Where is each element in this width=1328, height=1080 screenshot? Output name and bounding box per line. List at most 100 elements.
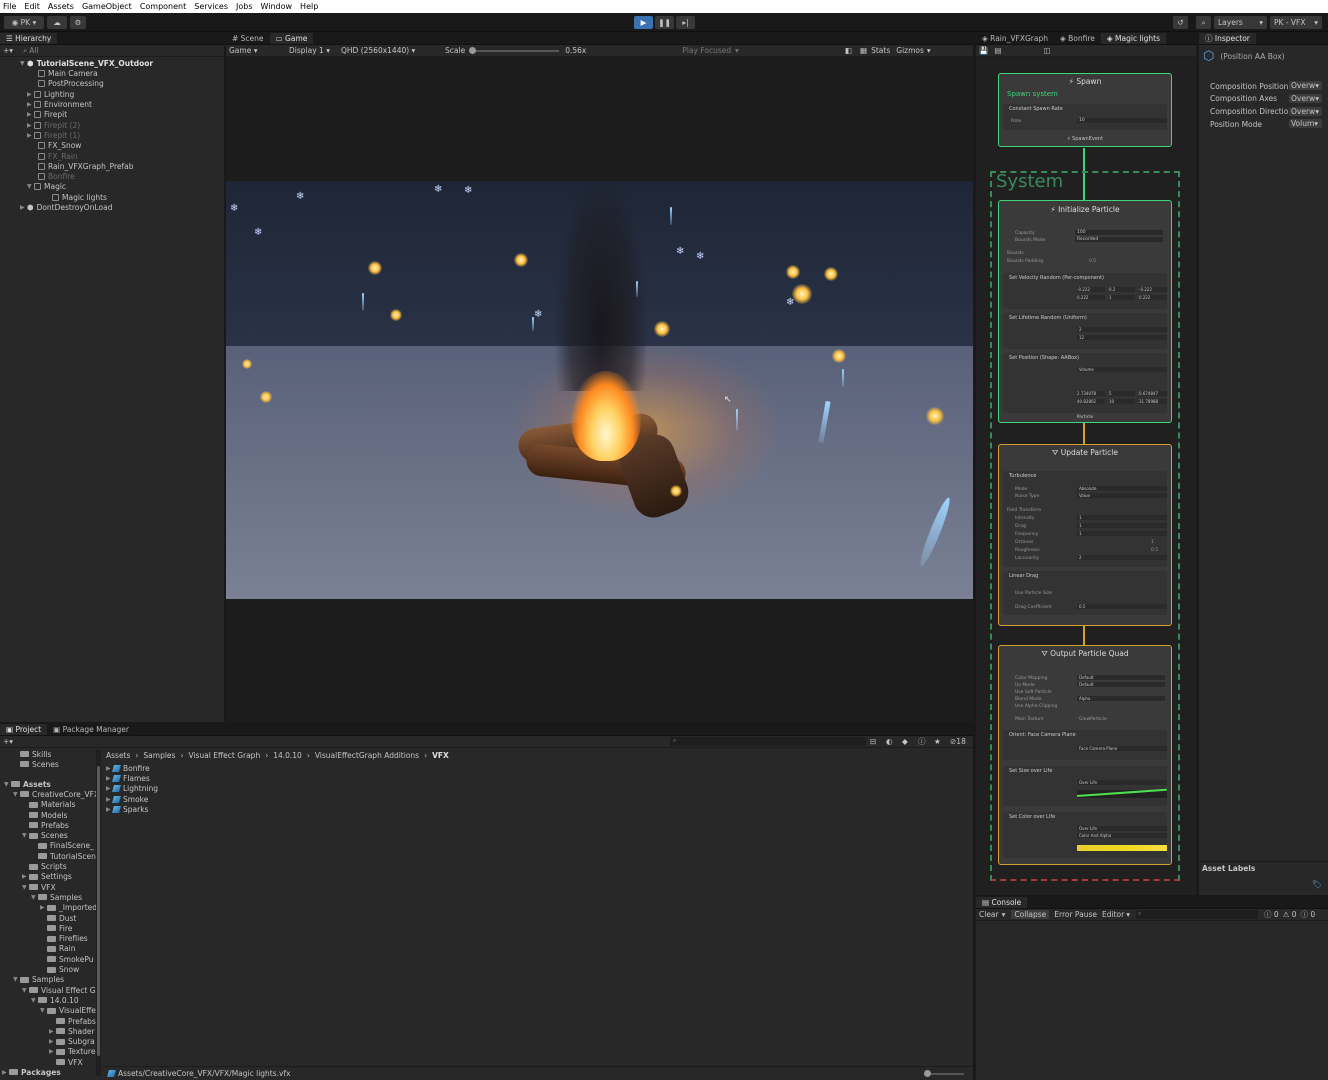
display-dropdown[interactable]: Display 1 ▾ bbox=[289, 46, 341, 55]
velocity-az[interactable]: -0.222 bbox=[1139, 287, 1167, 292]
collab-icon[interactable]: ⚙ bbox=[70, 16, 86, 29]
project-folder[interactable]: ▼ Scenes bbox=[22, 831, 68, 841]
project-folder[interactable]: ▶ Subgra bbox=[49, 1037, 95, 1047]
vfx-asset-item[interactable]: ▶ Lightning bbox=[106, 784, 158, 794]
expand-icon[interactable] bbox=[22, 863, 29, 870]
console-search-input[interactable]: ⌕ bbox=[1135, 910, 1258, 919]
tree-scrollbar-thumb[interactable] bbox=[97, 766, 100, 1056]
stats-button[interactable]: Stats bbox=[871, 46, 890, 55]
size-mode-dropdown[interactable]: Over Life bbox=[1077, 780, 1167, 785]
favorite-skills[interactable]: Skills bbox=[20, 749, 51, 759]
info-icon[interactable]: ⓘ bbox=[918, 736, 926, 747]
lifetime-block[interactable]: Set Lifetime Random (Uniform) 2 12 bbox=[1003, 313, 1167, 349]
color-mode-dropdown[interactable]: Over Life bbox=[1077, 826, 1167, 831]
box-center-x[interactable]: 2.734078 bbox=[1077, 391, 1105, 396]
vfx-asset-item[interactable]: ▶ Bonfire bbox=[106, 763, 150, 773]
velocity-bx[interactable]: 0.222 bbox=[1077, 295, 1105, 300]
color-over-life-block[interactable]: Set Color over Life Over Life Color And … bbox=[1003, 812, 1167, 858]
inspector-field-dropdown[interactable]: Volum ▾ bbox=[1289, 119, 1322, 129]
tab-magic-lights[interactable]: ◈ Magic lights bbox=[1100, 33, 1166, 44]
expand-icon[interactable] bbox=[40, 966, 47, 973]
vfx-asset-item[interactable]: ▶ Sparks bbox=[106, 804, 148, 814]
packages-root[interactable]: ▶ Packages bbox=[2, 1067, 61, 1077]
expand-icon[interactable]: ▼ bbox=[4, 781, 11, 788]
size-curve[interactable] bbox=[1076, 788, 1167, 798]
project-folder[interactable]: ▶ Texture bbox=[49, 1047, 95, 1057]
hierarchy-item[interactable]: FX_Snow bbox=[0, 141, 224, 151]
compile-icon[interactable]: ▤ bbox=[994, 46, 1001, 55]
project-folder[interactable]: Materials bbox=[22, 800, 75, 810]
expand-icon[interactable] bbox=[22, 822, 29, 829]
pause-button[interactable]: ❚❚ bbox=[655, 16, 674, 29]
hierarchy-item[interactable]: Bonfire bbox=[0, 172, 224, 182]
menu-help[interactable]: Help bbox=[300, 2, 318, 11]
hierarchy-item[interactable]: Rain_VFXGraph_Prefab bbox=[0, 161, 224, 171]
type-filter-icon[interactable]: ◐ bbox=[886, 737, 893, 746]
project-folder[interactable]: ▶ Shader bbox=[49, 1026, 95, 1036]
menu-component[interactable]: Component bbox=[140, 2, 186, 11]
inspector-field-dropdown[interactable]: Overw ▾ bbox=[1289, 81, 1322, 90]
expand-icon[interactable]: ▶ bbox=[27, 122, 34, 129]
constant-spawn-block[interactable]: Constant Spawn Rate Rate 10 bbox=[1003, 104, 1167, 130]
octaves-value[interactable]: 1 bbox=[1151, 540, 1154, 545]
expand-icon[interactable] bbox=[40, 915, 47, 922]
velocity-by[interactable]: 1 bbox=[1109, 295, 1135, 300]
project-folder[interactable]: Models bbox=[22, 810, 67, 820]
add-asset-icon[interactable]: +▾ bbox=[3, 737, 13, 746]
size-over-life-block[interactable]: Set Size over Life Over Life bbox=[1003, 766, 1167, 806]
main-texture-field[interactable]: GlowParticle bbox=[1079, 717, 1107, 722]
turbulence-block[interactable]: Turbulence Mode Absolute Noise Type Valu… bbox=[1003, 471, 1167, 567]
menu-window[interactable]: Window bbox=[261, 2, 293, 11]
expand-icon[interactable]: ▼ bbox=[40, 1007, 47, 1014]
vfx-asset-item[interactable]: ▶ Smoke bbox=[106, 794, 148, 804]
hierarchy-item[interactable]: ▶ Firepit (1) bbox=[0, 130, 224, 140]
expand-icon[interactable] bbox=[31, 853, 38, 860]
expand-icon[interactable]: ▼ bbox=[13, 791, 20, 798]
expand-icon[interactable]: ▶ bbox=[27, 132, 34, 139]
collapse-button[interactable]: Collapse bbox=[1011, 910, 1050, 919]
box-size-y[interactable]: 10 bbox=[1109, 399, 1135, 404]
layers-dropdown[interactable]: Layers ▾ bbox=[1214, 16, 1267, 29]
expand-icon[interactable]: ▼ bbox=[22, 884, 29, 891]
hierarchy-search-input[interactable]: All bbox=[29, 46, 38, 55]
error-count-icon[interactable]: ⓘ 0 bbox=[1301, 909, 1316, 920]
tab-game[interactable]: ▭ Game bbox=[269, 33, 314, 44]
uv-mode-dropdown[interactable]: Default bbox=[1077, 682, 1165, 687]
blackboard-icon[interactable]: ◫ bbox=[1043, 46, 1050, 55]
box-size-x[interactable]: 40.82802 bbox=[1077, 399, 1105, 404]
cloud-icon[interactable]: ☁ bbox=[47, 16, 67, 29]
game-mode-dropdown[interactable]: Game ▾ bbox=[229, 46, 289, 55]
lacunarity-field[interactable]: 2 bbox=[1077, 555, 1167, 560]
layout-dropdown[interactable]: PK - VFX ▾ bbox=[1270, 16, 1322, 29]
expand-icon[interactable] bbox=[49, 1059, 56, 1066]
update-node[interactable]: ⛛ Update Particle Turbulence Mode Absolu… bbox=[998, 444, 1172, 626]
menu-jobs[interactable]: Jobs bbox=[236, 2, 253, 11]
expand-icon[interactable]: ▶ bbox=[27, 91, 34, 98]
project-folder[interactable]: ▶ _Imported bbox=[40, 903, 96, 913]
step-button[interactable]: ▸| bbox=[676, 16, 695, 29]
expand-icon[interactable] bbox=[22, 812, 29, 819]
intensity-field[interactable]: 1 bbox=[1077, 515, 1167, 520]
box-center-y[interactable]: 5 bbox=[1109, 391, 1135, 396]
info-count-icon[interactable]: ⓘ 0 bbox=[1264, 909, 1279, 920]
lifetime-b[interactable]: 12 bbox=[1077, 335, 1167, 340]
breadcrumb-item[interactable]: Visual Effect Graph bbox=[188, 751, 260, 760]
tab-hierarchy[interactable]: ☰ Hierarchy bbox=[0, 33, 58, 44]
game-viewport[interactable]: ❄ ❄ ❄ ❄ ❄ ❄ ❄ ❄ ❄ ↖ bbox=[226, 181, 973, 599]
icon-size-handle[interactable] bbox=[924, 1070, 931, 1077]
project-folder[interactable]: ▼ 14.0.10 bbox=[31, 995, 79, 1005]
project-folder[interactable]: ▼ VFX bbox=[22, 882, 56, 892]
breadcrumb-item[interactable]: Assets bbox=[106, 751, 130, 760]
play-button[interactable]: ▶ bbox=[634, 16, 653, 29]
hierarchy-item[interactable]: Main Camera bbox=[0, 69, 224, 79]
label-filter-icon[interactable]: ◆ bbox=[902, 737, 908, 746]
tab-scene[interactable]: # Scene bbox=[226, 33, 270, 44]
expand-icon[interactable]: ▶ bbox=[40, 904, 47, 911]
scene-root[interactable]: ▼ ⬢ TutorialScene_VFX_Outdoor bbox=[0, 58, 224, 68]
color-gradient[interactable] bbox=[1077, 845, 1167, 851]
project-folder[interactable]: Prefabs bbox=[49, 1016, 96, 1026]
position-block[interactable]: Set Position (Shape: AABox) Volume 2.734… bbox=[1003, 353, 1167, 413]
expand-icon[interactable] bbox=[49, 1018, 56, 1025]
project-folder[interactable]: SmokePu bbox=[40, 954, 94, 964]
project-folder[interactable]: FinalScene_ bbox=[31, 841, 94, 851]
